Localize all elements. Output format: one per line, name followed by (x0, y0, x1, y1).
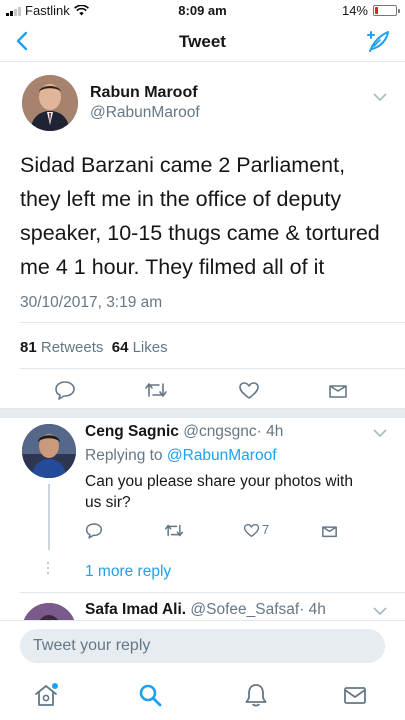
replying-to-prefix: Replying to (85, 447, 163, 464)
retweet-icon[interactable] (144, 381, 168, 399)
replying-to-handle[interactable]: @RabunMaroof (167, 447, 277, 464)
reply-input[interactable]: Tweet your reply (20, 629, 385, 663)
reply-icon[interactable] (85, 522, 103, 539)
replying-to: Replying to @RabunMaroof (85, 447, 277, 465)
bell-icon[interactable] (243, 682, 269, 708)
reply-icon[interactable] (54, 380, 76, 400)
retweets-count[interactable]: 81 (20, 339, 37, 356)
heart-icon[interactable] (243, 523, 260, 538)
battery-fill (375, 7, 378, 14)
battery-percent: 14% (341, 3, 368, 18)
tab-bar (0, 670, 405, 720)
status-bar: Fastlink 8:09 am 14% (0, 0, 405, 22)
divider (20, 322, 405, 323)
likes-count[interactable]: 64 (112, 339, 129, 356)
retweet-icon[interactable] (164, 523, 184, 538)
thread-dots (47, 562, 50, 577)
battery-icon (373, 5, 400, 16)
chevron-down-icon[interactable] (373, 92, 387, 102)
reply-avatar[interactable] (22, 424, 76, 478)
reply-text: Can you please share your photos with us… (85, 473, 353, 511)
author-handle[interactable]: @RabunMaroof (90, 104, 200, 122)
likes-label[interactable]: Likes (133, 339, 168, 356)
reply-compose-bar: Tweet your reply (0, 620, 405, 670)
tweet-timestamp: 30/10/2017, 3:19 am (20, 294, 163, 311)
share-icon[interactable] (321, 523, 338, 538)
reply-author-handle[interactable]: @Sofee_Safsaf (190, 601, 299, 618)
divider (20, 368, 405, 369)
reply-author-name[interactable]: Safa Imad Ali. (85, 601, 186, 618)
retweets-label[interactable]: Retweets (41, 339, 104, 356)
nav-bar: Tweet (0, 22, 405, 62)
tweet-text: Sidad Barzani came 2 Parliament, they le… (20, 153, 380, 279)
status-right: 14% (341, 3, 400, 18)
reply-author-name[interactable]: Ceng Sagnic (85, 423, 179, 440)
reply-time: · 4h (256, 423, 284, 440)
reply-author[interactable]: Ceng Sagnic @cngsgnc· 4h (85, 423, 283, 441)
like-count: 7 (262, 522, 270, 537)
author-avatar[interactable] (22, 75, 78, 131)
section-separator (0, 408, 405, 418)
author-avatar-image (22, 75, 78, 131)
feather-compose-icon[interactable] (365, 29, 391, 55)
heart-icon[interactable] (238, 381, 260, 400)
reply-author[interactable]: Safa Imad Ali. @Sofee_Safsaf· 4h (85, 601, 326, 619)
share-icon[interactable] (328, 381, 348, 399)
author-name[interactable]: Rabun Maroof (90, 84, 198, 102)
reply-avatar-image (22, 424, 76, 478)
reply-author-handle[interactable]: @cngsgnc (183, 423, 256, 440)
more-replies-link[interactable]: 1 more reply (85, 563, 171, 581)
engagement-counts: 81 Retweets 64 Likes (20, 339, 168, 356)
divider (20, 592, 405, 593)
reply-time: · 4h (299, 601, 326, 618)
envelope-icon[interactable] (342, 682, 368, 708)
page-title: Tweet (179, 32, 226, 51)
thread-line (48, 484, 50, 550)
chevron-down-icon[interactable] (373, 428, 387, 438)
chevron-down-icon[interactable] (373, 606, 387, 616)
search-icon[interactable] (137, 682, 163, 708)
home-icon[interactable] (33, 682, 59, 708)
